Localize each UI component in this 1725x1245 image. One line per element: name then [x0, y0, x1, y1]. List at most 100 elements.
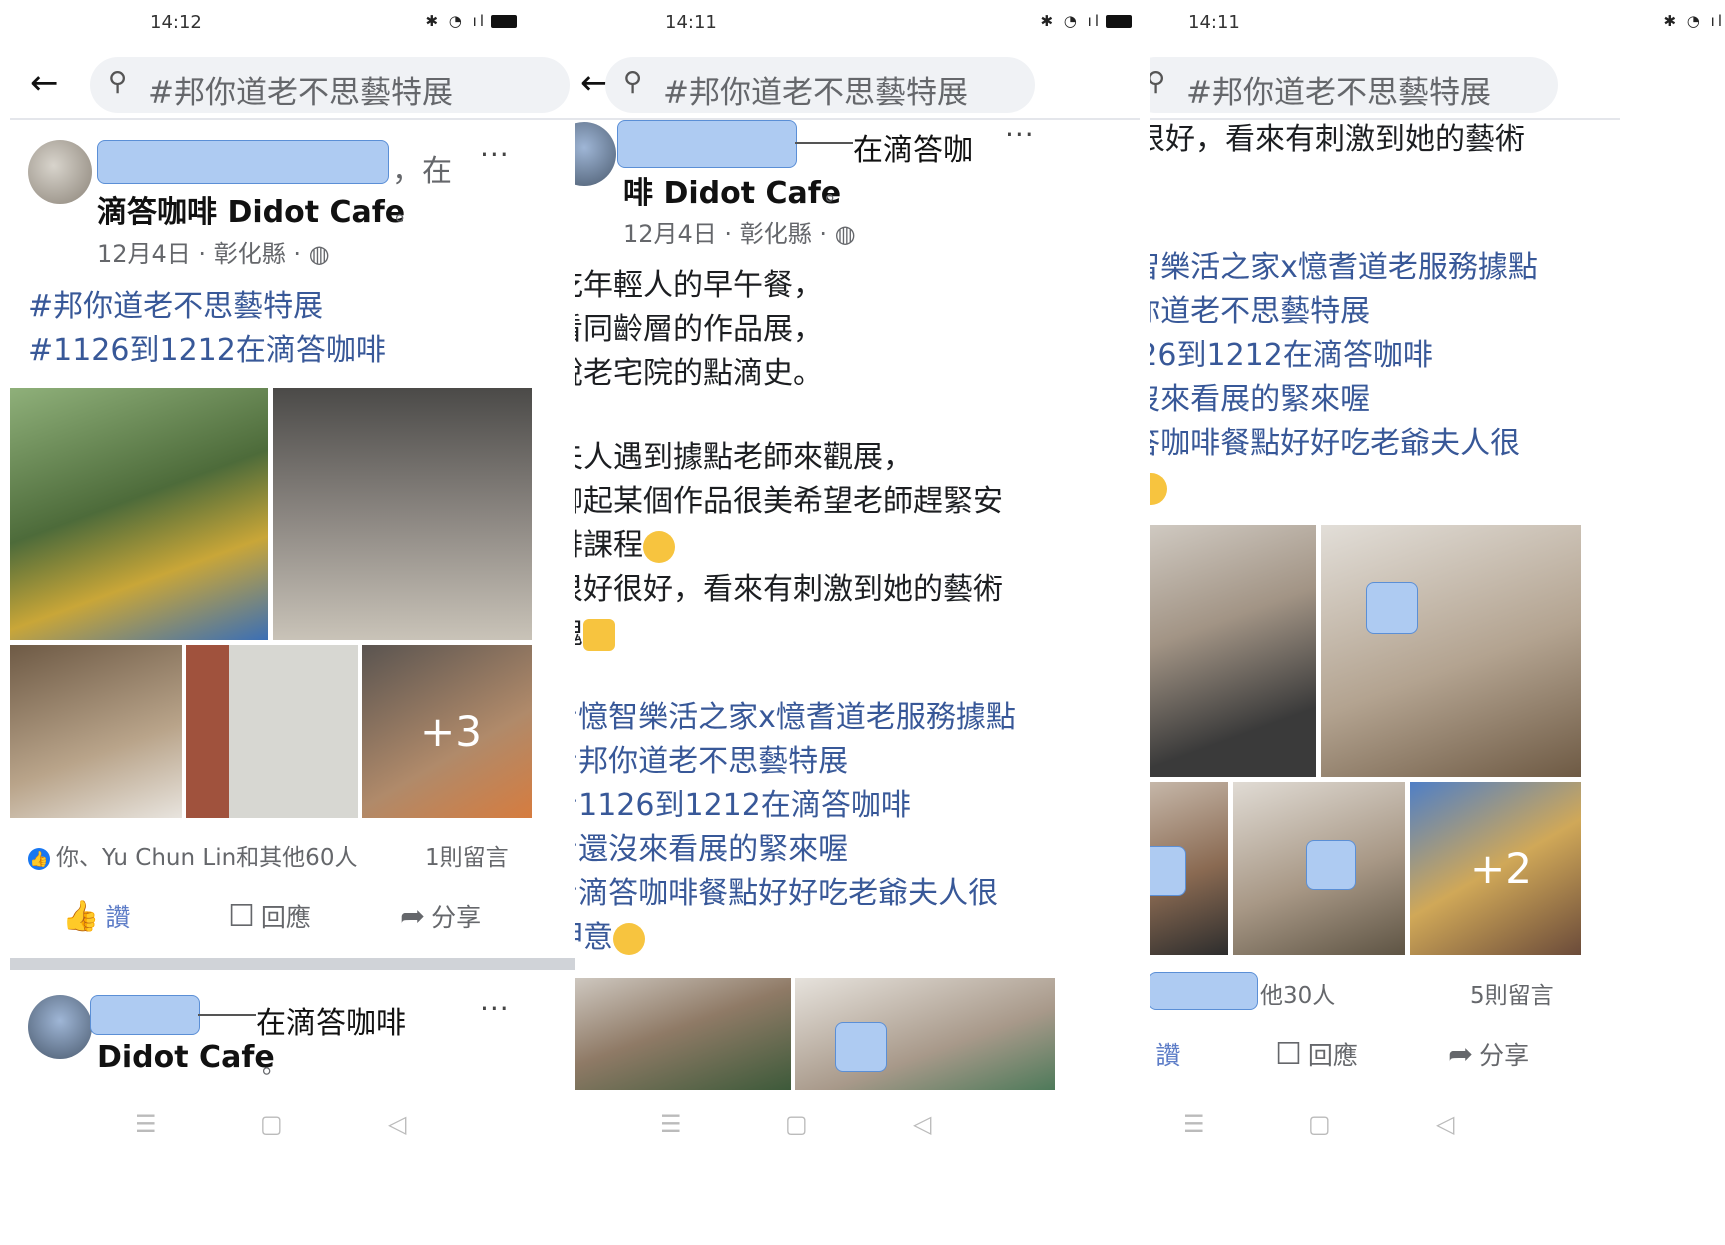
hashtag[interactable]: #滴答咖啡餐點好好吃老爺夫人很 — [575, 872, 998, 916]
hashtag[interactable]: 呷意 — [1150, 466, 1167, 510]
post-text-line: 看同齡層的作品展， — [575, 312, 823, 347]
status-icons: ✱ ◔ ıl — [425, 12, 517, 30]
hashtag[interactable]: #還沒來看展的緊來喔 — [1150, 378, 1370, 422]
post-text-line: 吃年輕人的早午餐， — [575, 268, 823, 303]
place-suffix: 。 — [825, 178, 849, 206]
thumbs-up-icon: 👍 — [62, 899, 100, 934]
photo-gallery-wall[interactable] — [575, 978, 791, 1090]
back-nav-icon[interactable]: ◁ — [1436, 1110, 1454, 1138]
post-separator — [10, 958, 575, 970]
connector-line — [795, 142, 853, 144]
search-icon: ⚲ — [1150, 67, 1166, 97]
system-nav-bar: ☰ ▢ ◁ — [0, 1110, 575, 1140]
status-time: 14:12 — [150, 12, 202, 33]
menu-nav-icon[interactable]: ☰ — [1183, 1110, 1205, 1138]
more-icon[interactable]: ··· — [480, 138, 510, 171]
place-suffix: 。 — [262, 1051, 286, 1079]
photo-plants-figurines[interactable] — [10, 388, 268, 640]
share-icon: ➦ — [400, 899, 426, 934]
avatar[interactable] — [28, 995, 92, 1059]
menu-nav-icon[interactable]: ☰ — [135, 1110, 157, 1138]
comment-button[interactable]: ☐ 回應 — [228, 898, 311, 934]
hashtag[interactable]: #滴答咖啡餐點好好吃老爺夫人很 — [1150, 422, 1520, 466]
hashtag[interactable]: 呷意 — [575, 916, 645, 960]
post-date: 12月4日 · 彰化縣 · ◍ — [97, 240, 330, 268]
post-at-text: 在滴答咖啡 — [256, 1006, 406, 1041]
comments-count[interactable]: 1則留言 — [425, 838, 509, 872]
menu-nav-icon[interactable]: ☰ — [660, 1110, 682, 1138]
comment-button[interactable]: ☐ 回應 — [1275, 1036, 1358, 1072]
photo-ceiling-lamp[interactable] — [10, 645, 182, 818]
photo-gallery-visitor[interactable] — [1321, 525, 1581, 777]
redacted-name — [97, 140, 389, 184]
photo-visit[interactable] — [1150, 782, 1228, 955]
post-date: 12月4日 · 彰化縣 · ◍ — [623, 220, 856, 248]
search-input[interactable]: ⚲ #邦你道老不思藝特展 — [90, 57, 570, 113]
redacted-name — [1150, 972, 1258, 1010]
hashtag[interactable]: #憶智樂活之家x憶耆道老服務據點 — [575, 696, 1016, 740]
home-nav-icon[interactable]: ▢ — [1308, 1110, 1331, 1138]
reactions-summary[interactable]: 👍 你、Yu Chun Lin和其他60人 — [28, 838, 357, 872]
back-nav-icon[interactable]: ◁ — [913, 1110, 931, 1138]
place-name[interactable]: 滴答咖啡 Didot Cafe — [97, 187, 405, 231]
redacted-face — [1366, 582, 1418, 634]
post-text-line: 魂 — [575, 612, 615, 656]
avatar[interactable] — [28, 140, 92, 204]
place-name[interactable]: 啡 Didot Cafe — [623, 168, 841, 212]
status-icons: ✱ ◔ ıl — [1040, 12, 1132, 30]
more-icon[interactable]: ··· — [480, 992, 510, 1025]
redacted-face — [1150, 846, 1186, 896]
photo-gallery-wall[interactable] — [795, 978, 1055, 1090]
photo-more[interactable]: +3 — [362, 645, 532, 818]
hashtag[interactable]: #1126到1212在滴答咖啡 — [575, 784, 911, 828]
reactions-text: 他30人 — [1260, 983, 1336, 1009]
back-arrow-icon[interactable]: ← — [30, 63, 59, 103]
place-suffix: 。 — [395, 198, 419, 226]
hashtag[interactable]: #1126到1212在滴答咖啡 — [28, 329, 386, 373]
photo-visit[interactable] — [1233, 782, 1405, 955]
share-button[interactable]: ➦ 分享 — [400, 898, 481, 934]
redacted-face — [835, 1022, 887, 1072]
comment-icon: ☐ — [1275, 1037, 1302, 1072]
reactions-text: 你、Yu Chun Lin和其他60人 — [56, 845, 358, 871]
like-button[interactable]: 👍讚 — [1150, 1036, 1180, 1072]
place-name[interactable]: Didot Cafe — [97, 1040, 275, 1075]
search-input[interactable]: ⚲ #邦你道老不思藝特展 — [605, 57, 1035, 113]
top-bar: ← ⚲ #邦你道老不思藝特展 — [10, 55, 570, 115]
system-nav-bar: ☰ ▢ ◁ — [575, 1110, 1150, 1140]
search-icon: ⚲ — [623, 67, 643, 97]
home-nav-icon[interactable]: ▢ — [785, 1110, 808, 1138]
hashtag[interactable]: #1126到1212在滴答咖啡 — [1150, 334, 1433, 378]
hashtag[interactable]: #還沒來看展的緊來喔 — [575, 828, 848, 872]
like-badge-icon: 👍 — [28, 847, 50, 870]
phone-screen-2: 14:11 ✱ ◔ ıl ← ⚲ #邦你道老不思藝特展 在滴答咖 ··· 啡 D… — [575, 0, 1150, 1245]
share-button[interactable]: ➦ 分享 — [1448, 1036, 1529, 1072]
photo-more[interactable]: +2 — [1410, 782, 1581, 955]
hashtag[interactable]: #邦你道老不思藝特展 — [1150, 290, 1370, 334]
photo-gallery-elder[interactable] — [1150, 525, 1316, 777]
hashtag[interactable]: #邦你道老不思藝特展 — [28, 285, 323, 329]
like-button[interactable]: 👍讚 — [62, 898, 130, 934]
back-nav-icon[interactable]: ◁ — [388, 1110, 406, 1138]
smile-emoji-icon — [613, 922, 645, 955]
photo-glass-blocks[interactable] — [186, 645, 358, 818]
redacted-face — [1306, 840, 1356, 890]
search-input[interactable]: ⚲ #邦你道老不思藝特展 — [1150, 57, 1558, 113]
phone-screen-3: 14:11 ✱ ◔ ıl ← ⚲ #邦你道老不思藝特展 很好很好，看來有刺激到她… — [1150, 0, 1725, 1245]
hashtag[interactable]: #憶智樂活之家x憶耆道老服務據點 — [1150, 246, 1538, 290]
avatar[interactable] — [575, 122, 616, 186]
status-bar: 14:12 ✱ ◔ ıl — [0, 10, 575, 40]
more-icon[interactable]: ··· — [1005, 118, 1035, 151]
battery-icon — [491, 15, 517, 28]
post-at-text: ，在 — [392, 154, 452, 189]
battery-icon — [1106, 15, 1132, 28]
divider — [10, 118, 575, 120]
hashtag[interactable]: #邦你道老不思藝特展 — [575, 740, 848, 784]
post-text-line: 排課程 — [575, 524, 675, 568]
photo-cafe-interior[interactable] — [273, 388, 532, 640]
home-nav-icon[interactable]: ▢ — [260, 1110, 283, 1138]
more-photos-count: +3 — [420, 707, 482, 756]
comments-count[interactable]: 5則留言 — [1470, 976, 1554, 1010]
connector-line — [198, 1014, 256, 1016]
post-text-line: 夫人遇到據點老師來觀展， — [575, 440, 913, 475]
